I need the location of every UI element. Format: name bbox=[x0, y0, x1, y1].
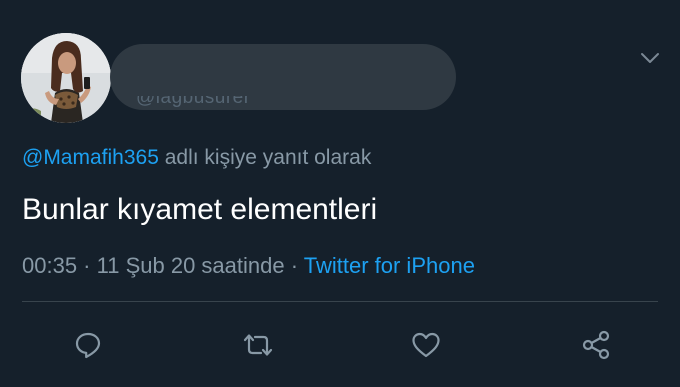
tweet-detail: @lagbusurer @Mamafih365 adlı kişiye yanı… bbox=[0, 0, 680, 387]
tweet-source-link[interactable]: Twitter for iPhone bbox=[304, 253, 475, 278]
retweet-button[interactable] bbox=[240, 329, 276, 361]
meta-separator: · bbox=[284, 253, 304, 278]
tweet-date[interactable]: 11 Şub 20 saatinde bbox=[97, 253, 285, 278]
like-button[interactable] bbox=[408, 329, 444, 361]
tweet-metadata: 00:35 · 11 Şub 20 saatinde · Twitter for… bbox=[22, 253, 475, 279]
reply-icon bbox=[75, 332, 101, 359]
meta-separator: · bbox=[77, 253, 97, 278]
tweet-time[interactable]: 00:35 bbox=[22, 253, 77, 278]
reply-button[interactable] bbox=[70, 329, 106, 361]
retweet-icon bbox=[243, 334, 273, 356]
divider bbox=[22, 301, 658, 302]
share-icon bbox=[582, 330, 610, 360]
avatar[interactable] bbox=[21, 33, 111, 123]
reply-context: @Mamafih365 adlı kişiye yanıt olarak bbox=[22, 146, 371, 170]
reply-mention-link[interactable]: @Mamafih365 bbox=[22, 146, 159, 169]
reply-context-label: adlı kişiye yanıt olarak bbox=[158, 146, 372, 169]
chevron-down-icon[interactable] bbox=[638, 48, 662, 68]
share-button[interactable] bbox=[578, 329, 614, 361]
tweet-text: Bunlar kıyamet elementleri bbox=[22, 193, 378, 226]
heart-icon bbox=[412, 332, 440, 358]
user-handle[interactable]: @lagbusurer bbox=[136, 96, 282, 110]
